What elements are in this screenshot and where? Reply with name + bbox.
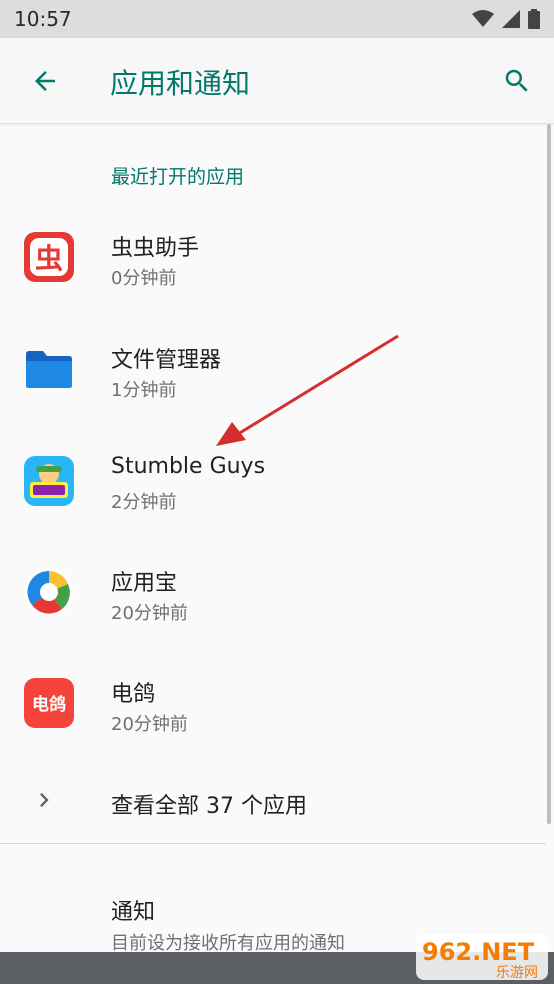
watermark-logo: 962.NET 乐游网	[416, 932, 548, 982]
svg-text:乐游网: 乐游网	[496, 965, 538, 981]
svg-text:962.NET: 962.NET	[422, 938, 535, 966]
annotation-arrow-icon	[216, 334, 399, 446]
